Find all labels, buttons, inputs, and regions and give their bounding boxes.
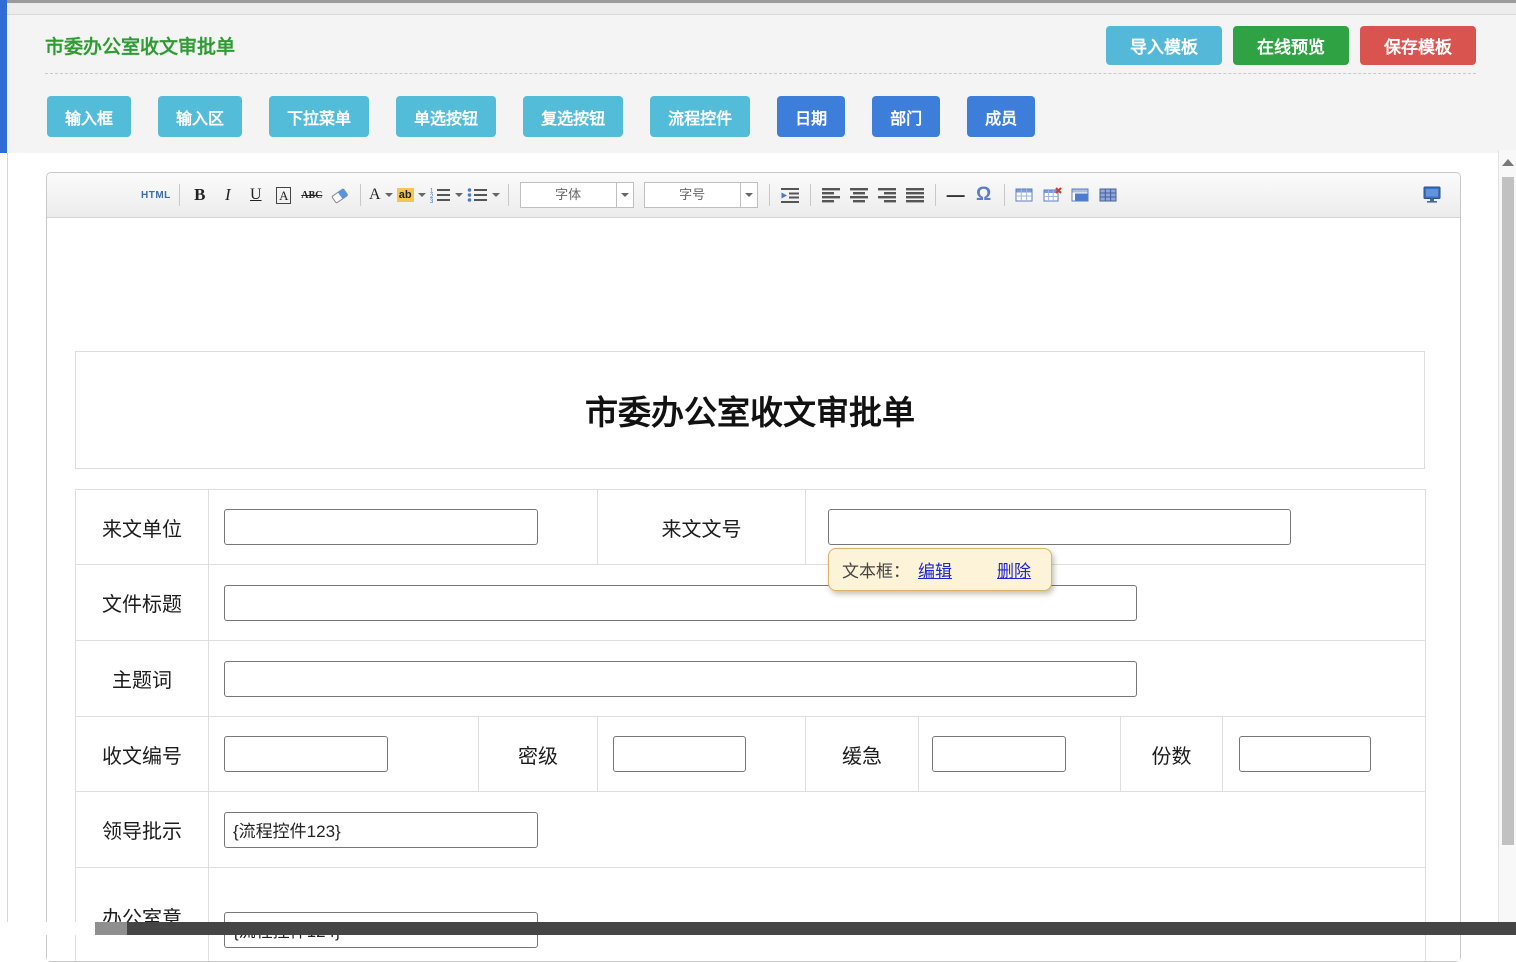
widget-button-row: 输入框 输入区 下拉菜单 单选按钮 复选按钮 流程控件 日期 部门 成员 [47,96,1035,137]
widget-radio-button-button[interactable]: 单选按钮 [396,96,496,137]
widget-flow-control-button[interactable]: 流程控件 [650,96,750,137]
toolbar-separator [508,184,509,206]
save-template-button[interactable]: 保存模板 [1360,26,1476,65]
edit-widget-link[interactable]: 编辑 [918,557,952,582]
font-color-icon[interactable]: A [369,182,393,208]
subject-words-input[interactable] [224,661,1137,697]
field-label: 来文单位 [76,490,209,565]
svg-text:3: 3 [430,199,434,203]
urgency-input[interactable] [932,736,1066,772]
font-family-select[interactable]: 字体 [520,182,634,208]
eraser-icon[interactable] [328,182,352,208]
leader-instructions-input[interactable] [224,812,538,848]
form-title-box: 市委办公室收文审批单 [75,351,1425,469]
delete-widget-link[interactable]: 删除 [997,557,1031,582]
editor-document[interactable]: 市委办公室收文审批单 来文单位 来文文号 文件标题 主题词 收文编 [47,219,1460,961]
scrollbar-up-arrow-icon[interactable] [1502,159,1514,166]
page-header: 市委办公室收文审批单 导入模板 在线预览 保存模板 输入框 输入区 下拉菜单 单… [7,15,1516,153]
widget-checkbox-button-button[interactable]: 复选按钮 [523,96,623,137]
indent-icon[interactable] [778,182,802,208]
toolbar-separator [769,184,770,206]
strikethrough-icon[interactable]: ABC [300,182,324,208]
align-left-icon[interactable] [819,182,843,208]
highlight-color-icon[interactable]: ab [397,182,426,208]
widget-context-tooltip: 文本框： 编辑 删除 [828,548,1052,591]
align-right-icon[interactable] [875,182,899,208]
rich-text-editor: HTML B I U A ABC A ab 123 字体 字号 [46,172,1461,962]
insert-table-icon[interactable] [1013,182,1037,208]
toolbar-separator [179,184,180,206]
field-label: 文件标题 [76,565,209,641]
table-row: 主题词 [76,641,1426,717]
form-title: 市委办公室收文审批单 [585,386,915,434]
secrecy-level-input[interactable] [613,736,746,772]
online-preview-button[interactable]: 在线预览 [1233,26,1349,65]
horizontal-rule-icon[interactable]: — [944,182,968,208]
table-row: 文件标题 [76,565,1426,641]
html-source-icon[interactable]: HTML [141,182,171,208]
field-label: 办公室意 [76,868,209,962]
widget-department-button[interactable]: 部门 [872,96,940,137]
field-label: 密级 [479,717,598,792]
fullscreen-icon[interactable] [1420,182,1444,208]
page-title: 市委办公室收文审批单 [45,32,235,59]
bottom-edge-dark-segment [127,922,1516,935]
form-table: 来文单位 来文文号 文件标题 主题词 收文编号 密级 缓急 份数 [75,489,1426,961]
table-row: 办公室意 [76,868,1426,962]
receipt-number-input[interactable] [224,736,388,772]
tooltip-label: 文本框： [842,557,910,582]
action-buttons: 导入模板 在线预览 保存模板 [1106,26,1476,65]
widget-dropdown-menu-button[interactable]: 下拉菜单 [269,96,369,137]
field-label: 缓急 [806,717,919,792]
widget-date-button[interactable]: 日期 [777,96,845,137]
font-size-caret-icon[interactable] [740,183,757,207]
toolbar-separator [1004,184,1005,206]
widget-input-area-button[interactable]: 输入区 [158,96,242,137]
dashed-separator [45,73,1476,74]
ordered-list-icon[interactable]: 123 [430,182,463,208]
toolbar-separator [935,184,936,206]
field-label: 主题词 [76,641,209,717]
field-label: 来文文号 [598,490,806,565]
field-label: 收文编号 [76,717,209,792]
table-properties-icon[interactable] [1069,182,1093,208]
left-border-line [7,153,8,922]
font-family-value: 字体 [521,183,616,207]
scrollbar-thumb[interactable] [1502,177,1514,845]
align-center-icon[interactable] [847,182,871,208]
incoming-unit-input[interactable] [224,509,538,545]
bottom-edge-gray-segment [95,922,127,935]
special-character-icon[interactable]: Ω [972,182,996,208]
toolbar-separator [810,184,811,206]
font-size-select[interactable]: 字号 [644,182,758,208]
incoming-doc-number-input[interactable] [828,509,1291,545]
bold-icon[interactable]: B [188,182,212,208]
underline-icon[interactable]: U [244,182,268,208]
outline-text-icon[interactable]: A [276,187,291,204]
window-top-edge [0,0,1516,15]
delete-table-icon[interactable] [1041,182,1065,208]
editor-toolbar: HTML B I U A ABC A ab 123 字体 字号 [47,173,1460,218]
toolbar-separator [360,184,361,206]
field-label: 份数 [1121,717,1223,792]
cell-properties-icon[interactable] [1097,182,1121,208]
copies-input[interactable] [1239,736,1371,772]
table-row: 收文编号 密级 缓急 份数 [76,717,1426,792]
window-bottom-edge [0,922,1516,935]
unordered-list-icon[interactable] [467,182,500,208]
align-justify-icon[interactable] [903,182,927,208]
widget-input-box-button[interactable]: 输入框 [47,96,131,137]
font-size-value: 字号 [645,183,740,207]
table-row: 来文单位 来文文号 [76,490,1426,565]
table-row: 领导批示 [76,792,1426,868]
widget-member-button[interactable]: 成员 [967,96,1035,137]
field-label: 领导批示 [76,792,209,868]
font-family-caret-icon[interactable] [616,183,633,207]
scrollbar[interactable] [1498,150,1516,935]
browser-left-strip [0,0,7,153]
import-template-button[interactable]: 导入模板 [1106,26,1222,65]
italic-icon[interactable]: I [216,182,240,208]
